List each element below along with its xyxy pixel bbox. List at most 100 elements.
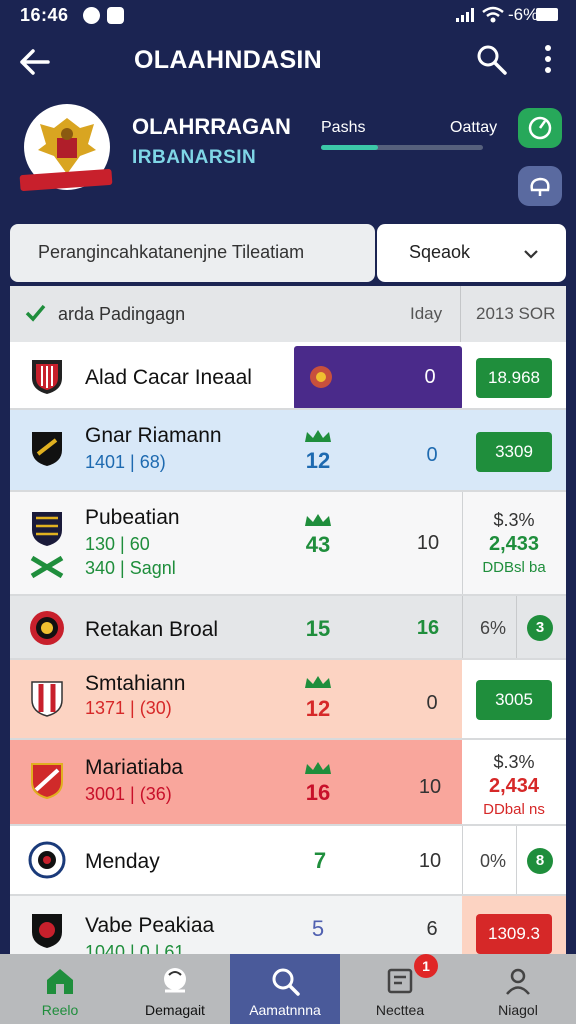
nav-search-label: Aamatnnna <box>249 1002 321 1018</box>
rank-pill[interactable]: 8 <box>527 848 553 874</box>
column-divider <box>462 596 463 660</box>
row-stat: 43 <box>305 532 331 557</box>
nav-notes-label: Necttea <box>375 1002 425 1018</box>
notification-icon <box>83 7 100 24</box>
table-row[interactable]: Menday 7 10 0% 8 <box>10 826 566 896</box>
nav-home[interactable]: Reelo <box>0 954 120 1024</box>
search-icon[interactable] <box>474 42 510 78</box>
column-divider <box>516 826 517 896</box>
whistle-button[interactable] <box>518 108 562 148</box>
whistle-icon <box>528 116 552 140</box>
team-name: Retakan Broal <box>85 618 219 641</box>
standings-table: arda Padingagn Iday 2013 SOR Alad Cacar … <box>10 286 566 954</box>
progress-fill <box>321 145 378 150</box>
progress-label-left: Pashs <box>321 119 366 136</box>
filter-row: Perangincahkatanenjne Tileatiam Sqeaok <box>10 224 566 282</box>
club-subtitle: IRBANARSIN <box>132 147 257 168</box>
header-divider <box>460 286 461 342</box>
row-value: 16 <box>416 617 440 639</box>
back-arrow-icon[interactable] <box>14 42 54 82</box>
nav-home-label: Reelo <box>41 1002 79 1018</box>
team-record: 3001 | (36) <box>85 784 172 804</box>
row-stat: 12 <box>305 448 331 473</box>
status-bar: 16:46 -6% <box>0 0 576 30</box>
row-value: 0 <box>426 444 438 466</box>
table-row[interactable]: Pubeatian 130 | 60 340 | Sagnl 43 10 $.3… <box>10 492 566 596</box>
score-total: 2,434 <box>488 775 540 797</box>
row-value: 10 <box>418 850 442 872</box>
cloud-icon <box>530 177 550 196</box>
team-name: Mariatiaba <box>85 756 184 779</box>
nav-profile[interactable]: Niagol <box>460 954 576 1024</box>
team-name: Vabe Peakiaa <box>85 914 215 937</box>
sort-select[interactable]: Sqeaok <box>377 224 566 282</box>
club-header: OLAHRRAGAN IRBANARSIN Pashs Oattay <box>0 92 576 220</box>
more-options-icon[interactable] <box>530 42 566 78</box>
table-row[interactable]: Retakan Broal 15 16 6% 3 <box>10 596 566 660</box>
crest-icon <box>310 366 332 388</box>
team-name: Gnar Riamann <box>85 424 222 447</box>
score-summary: $.3% 2,434 DDbal ns <box>462 750 566 822</box>
team-name: Pubeatian <box>85 506 180 529</box>
nav-profile-label: Niagol <box>498 1002 538 1018</box>
team-record-secondary: 340 | Sagnl <box>85 558 176 578</box>
battery-percent: -6% <box>508 5 539 24</box>
team-badge-icon <box>28 841 66 879</box>
team-record: 1401 | 68) <box>85 452 166 472</box>
team-badge-icon <box>32 914 62 948</box>
team-name: Alad Cacar Ineaal <box>85 366 252 389</box>
progress-bar <box>321 145 483 150</box>
table-header: arda Padingagn Iday 2013 SOR <box>10 286 566 342</box>
table-row[interactable]: Alad Cacar Ineaal 0 18.968 <box>10 342 566 410</box>
team-badge-icon <box>30 611 64 645</box>
score-button[interactable]: 1309.3 <box>476 914 552 954</box>
app-notification-icon <box>107 7 124 24</box>
score-button[interactable]: 3005 <box>476 680 552 720</box>
progress-label-right: Oattay <box>450 119 498 136</box>
team-name: Smtahiann <box>85 672 186 695</box>
team-badge-icon <box>31 681 63 717</box>
highlight-cell: 0 <box>294 346 462 410</box>
score-note: DDBsl ba <box>482 559 546 576</box>
table-row[interactable]: Vabe Peakiaa 1040 | 0 | 61 5 6 1309.3 <box>10 896 566 954</box>
header-day: Iday <box>410 304 443 323</box>
table-row[interactable]: Gnar Riamann 1401 | 68) 12 0 3309 <box>10 410 566 492</box>
column-divider <box>462 826 463 896</box>
sort-select-value: Sqeaok <box>409 242 471 262</box>
score-button[interactable]: 3309 <box>476 432 552 472</box>
signal-icon <box>456 8 474 22</box>
table-row[interactable]: Mariatiaba 3001 | (36) 16 10 $.3% 2,434 … <box>10 740 566 826</box>
team-badge-icon <box>31 763 63 800</box>
profile-icon <box>506 968 530 995</box>
row-stat: 7 <box>313 848 327 873</box>
header-team: arda Padingagn <box>58 304 186 324</box>
row-stat: 15 <box>305 616 331 641</box>
nav-search[interactable]: Aamatnnna <box>230 954 340 1024</box>
score-total: 2,433 <box>488 533 540 555</box>
row-stat: 16 <box>305 780 331 805</box>
row-percent: 0% <box>480 851 507 871</box>
home-icon <box>47 969 73 994</box>
nav-notes[interactable]: Necttea <box>340 954 460 1024</box>
team-badge-icon <box>32 512 62 546</box>
rank-pill[interactable]: 3 <box>527 615 553 641</box>
check-icon <box>25 304 46 322</box>
row-stat: 5 <box>311 916 325 941</box>
score-percent: $.3% <box>493 510 535 530</box>
crown-icon <box>305 430 331 442</box>
search-icon <box>272 968 300 996</box>
cloud-button[interactable] <box>518 166 562 206</box>
page-title: OLAAHNDASIN <box>134 46 323 74</box>
wifi-icon <box>482 6 504 23</box>
table-row[interactable]: Smtahiann 1371 | (30) 12 0 3005 <box>10 660 566 740</box>
bottom-nav: Reelo Demagait Aamatnnna Necttea 1 Niago… <box>0 954 576 1024</box>
score-button[interactable]: 18.968 <box>476 358 552 398</box>
team-badge-icon <box>32 432 62 466</box>
row-value: 0 <box>426 692 438 714</box>
row-value: 10 <box>416 532 440 554</box>
filter-field[interactable]: Perangincahkatanenjne Tileatiam <box>10 224 375 282</box>
row-value: 0 <box>424 366 436 388</box>
nav-matches-label: Demagait <box>145 1002 205 1018</box>
nav-matches[interactable]: Demagait <box>120 954 230 1024</box>
status-time: 16:46 <box>20 5 69 25</box>
